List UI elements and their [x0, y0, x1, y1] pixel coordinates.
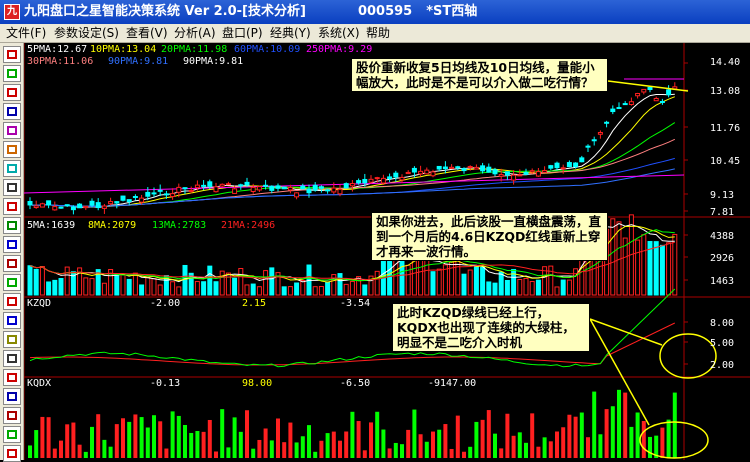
menu-help[interactable]: 帮助	[366, 24, 390, 43]
menu-icon[interactable]	[3, 388, 21, 405]
window-title: 九阳盘口之星智能决策系统 Ver 2.0-[技术分析] 000595 *ST西轴	[24, 0, 477, 24]
menu-analysis[interactable]: 分析(A)	[174, 24, 216, 43]
price-tick: 14.40	[710, 57, 740, 68]
compare-icon[interactable]	[3, 141, 21, 158]
card-icon[interactable]	[3, 426, 21, 443]
stock-name: *ST西轴	[426, 4, 478, 19]
indicator-icon[interactable]	[3, 84, 21, 101]
line-chart-icon[interactable]	[3, 65, 21, 82]
stats-icon[interactable]	[3, 312, 21, 329]
annotation-buy-question: 股价重新收复5日均线及10日均线，量能小幅放大，此时是不是可以介入做二吃行情？	[351, 58, 608, 92]
price-tick: 13.08	[710, 86, 740, 97]
volume-ma-legend: 5MA:1639 8MA:2079 13MA:2783 21MA:2496	[27, 220, 275, 231]
price-tick: 9.13	[710, 190, 734, 201]
shield-icon[interactable]	[3, 217, 21, 234]
menu-classic[interactable]: 经典(Y)	[270, 24, 311, 43]
volume-axis: 4388 2926 1463	[710, 231, 734, 287]
menu-bar: 文件(F) 参数设定(S) 查看(V) 分析(A) 盘口(P) 经典(Y) 系统…	[0, 24, 750, 43]
vol-ma-label: 5MA:1639	[27, 220, 75, 231]
annotation-sideways: 如果你进去，此后该股一直横盘震荡，直到一个月后的4.6日KZQD红线重新上穿才再…	[371, 212, 608, 261]
menu-view[interactable]: 查看(V)	[126, 24, 168, 43]
ma-label: 90PMA:9.81	[183, 56, 243, 67]
grid-icon[interactable]	[3, 255, 21, 272]
app-title: 九阳盘口之星智能决策系统 Ver 2.0-[技术分析]	[24, 4, 306, 19]
ma-label: 90PMA:9.81	[108, 56, 168, 67]
kzqd-tick: 2.00	[710, 360, 734, 371]
report-icon[interactable]	[3, 407, 21, 424]
menu-system[interactable]: 系统(X)	[318, 24, 360, 43]
chart-icon[interactable]	[3, 274, 21, 291]
ma-label: 30PMA:11.06	[27, 56, 93, 67]
kzqd-tick: 8.00	[710, 318, 734, 329]
screen-icon[interactable]	[3, 350, 21, 367]
table-icon[interactable]	[3, 445, 21, 462]
menu-file[interactable]: 文件(F)	[6, 24, 46, 43]
book-icon[interactable]	[3, 331, 21, 348]
kqdx-value: -0.13	[150, 378, 180, 389]
title-bar: 九 九阳盘口之星智能决策系统 Ver 2.0-[技术分析] 000595 *ST西轴	[0, 0, 750, 24]
kzqd-value: 2.15	[242, 298, 266, 309]
window-icon[interactable]	[3, 179, 21, 196]
trend-icon[interactable]	[3, 122, 21, 139]
kqdx-value: 98.00	[242, 378, 272, 389]
menu-panel[interactable]: 盘口(P)	[222, 24, 263, 43]
ma-label: 10PMA:13.04	[90, 44, 156, 55]
vol-ma-label: 13MA:2783	[152, 220, 206, 231]
kzqd-axis: 8.00 5.00 2.00	[710, 318, 734, 371]
stock-code: 000595	[357, 4, 413, 19]
price-tick: 11.76	[710, 123, 740, 134]
kzqd-title: KZQD	[27, 298, 51, 309]
ma-label: 60PMA:10.09	[234, 44, 300, 55]
price-tick: 10.45	[710, 156, 740, 167]
vol-ma-label: 21MA:2496	[221, 220, 275, 231]
ma-label: 5PMA:12.67	[27, 44, 87, 55]
vol-ma-label: 8MA:2079	[88, 220, 136, 231]
annotation-kzqd: 此时KZQD绿线已经上行，KQDX也出现了连续的大绿柱，明显不是二吃介入时机	[392, 303, 590, 352]
volume-tick: 2926	[710, 253, 734, 264]
price-tick: 7.81	[710, 207, 734, 218]
kqdx-value: -6.50	[340, 378, 370, 389]
left-toolbar	[0, 43, 24, 462]
app-icon: 九	[4, 4, 20, 20]
kzqd-value: -3.54	[340, 298, 370, 309]
menu-settings[interactable]: 参数设定(S)	[54, 24, 119, 43]
volume-tick: 4388	[710, 231, 734, 242]
tree-icon[interactable]	[3, 198, 21, 215]
ma-label: 250PMA:9.29	[306, 44, 372, 55]
kzqd-value: -2.00	[150, 298, 180, 309]
calendar-icon[interactable]	[3, 236, 21, 253]
kzqd-tick: 5.00	[710, 338, 734, 349]
kqdx-title: KQDX	[27, 378, 51, 389]
list-icon[interactable]	[3, 369, 21, 386]
ma-label: 20PMA:11.98	[161, 44, 227, 55]
kline-icon[interactable]	[3, 46, 21, 63]
kqdx-value: -9147.00	[428, 378, 476, 389]
volume-icon[interactable]	[3, 160, 21, 177]
volume-tick: 1463	[710, 276, 734, 287]
bar-icon[interactable]	[3, 103, 21, 120]
data-icon[interactable]	[3, 293, 21, 310]
